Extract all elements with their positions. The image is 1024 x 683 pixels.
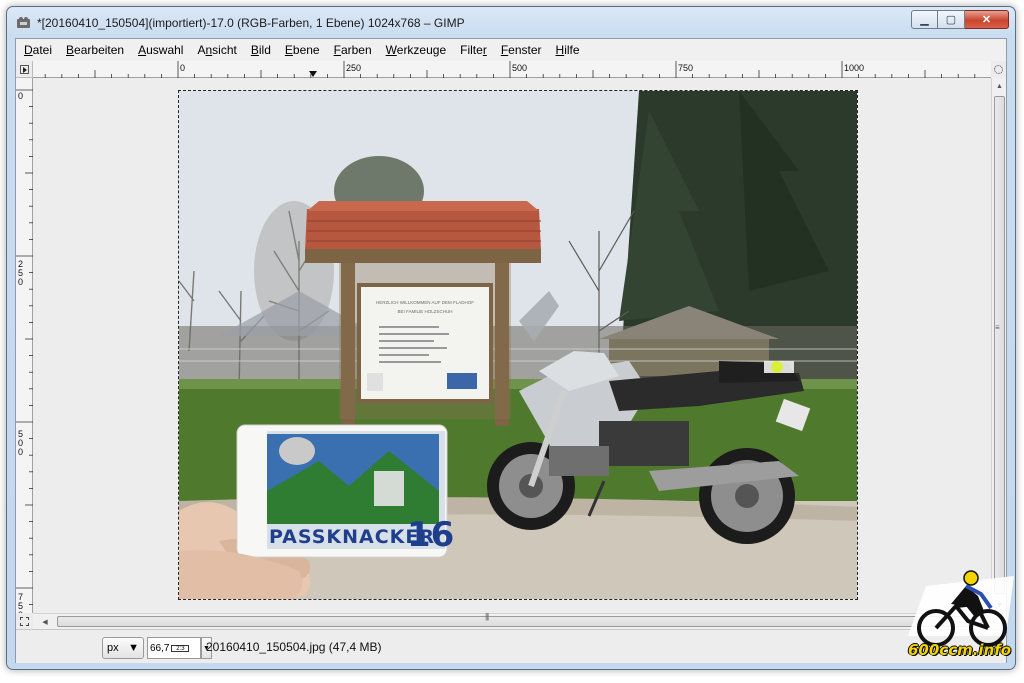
sign-title-text: HERZLICH WILLKOMMEN AUF DEM FLADHOF [376,300,474,305]
menu-fenster[interactable]: Fenster [501,43,542,57]
canvas-area[interactable]: HERZLICH WILLKOMMEN AUF DEM FLADHOF BEI … [33,78,993,613]
scroll-up-icon[interactable]: ▲ [992,78,1007,94]
watermark-logo: 600ccm.info [906,566,1016,666]
ruler-label-0: 0 [180,63,186,73]
scroll-left-icon[interactable]: ◀ [37,614,53,630]
gimp-window: *[20160410_150504](importiert)-17.0 (RGB… [6,6,1016,670]
title-bar[interactable]: *[20160410_150504](importiert)-17.0 (RGB… [7,7,1015,37]
watermark-text: 600ccm.info [908,641,1012,659]
ruler-label-v500: 500 [18,429,24,457]
vertical-scroll-thumb[interactable] [994,96,1005,594]
menu-bar: Datei Bearbeiten Auswahl Ansicht Bild Ebene Fa… [16,39,1006,61]
ruler-label-1000: 1000 [844,63,865,73]
photo-motorcycle-scene: HERZLICH WILLKOMMEN AUF DEM FLADHOF BEI … [179,91,857,599]
unit-selector[interactable]: px ▼ [102,637,144,659]
menu-datei[interactable]: Datei [24,43,52,57]
maximize-button[interactable]: ▢ [938,10,965,29]
ruler-label-v0: 0 [18,91,24,101]
card-number-text: 16 [407,515,454,555]
zoom-input[interactable]: 66,7 2:3 [147,637,201,659]
menu-hilfe[interactable]: Hilfe [556,43,580,57]
horizontal-scroll-thumb[interactable] [57,616,969,627]
ruler-label-250: 250 [346,63,362,73]
menu-bearbeiten[interactable]: Bearbeiten [66,43,124,57]
quick-mask-toggle[interactable] [16,613,33,629]
pointer-position-marker [309,71,317,77]
quick-mask-icon [20,616,29,626]
status-bar: px ▼ 66,7 2:3 ▼ 20160410_150504.jpg (47,… [16,629,1006,663]
menu-werkzeuge[interactable]: Werkzeuge [386,43,446,57]
minimize-button[interactable]: ▁ [911,10,938,29]
menu-filter[interactable]: Filter [460,43,487,57]
menu-auswahl[interactable]: Auswahl [138,43,183,57]
grip-icon: ||| [485,612,489,621]
vertical-ruler[interactable]: 0 250 500 750 [16,78,33,620]
menu-ansicht[interactable]: Ansicht [197,43,236,57]
window-title: *[20160410_150504](importiert)-17.0 (RGB… [37,16,465,30]
menu-ebene[interactable]: Ebene [285,43,320,57]
vertical-ruler-ticks [16,89,33,605]
image-window-client: Datei Bearbeiten Auswahl Ansicht Bild Ebene Fa… [15,38,1007,663]
file-info-text: 20160410_150504.jpg (47,4 MB) [206,640,382,654]
triangle-right-icon [20,65,29,74]
ruler-label-v250: 250 [18,259,24,287]
chevron-down-icon: ▼ [128,642,139,654]
zoom-icon [994,65,1003,74]
passknacker-card: PASSKNACKER 16 [236,424,454,558]
ruler-menu-button[interactable] [16,61,33,78]
ruler-label-750: 750 [678,63,694,73]
grip-icon: ≡ [995,323,1000,332]
gimp-app-icon [17,17,30,28]
horizontal-ruler[interactable]: 0 250 500 750 1000 [33,61,993,78]
image-canvas[interactable]: HERZLICH WILLKOMMEN AUF DEM FLADHOF BEI … [178,90,858,600]
ruler-label-500: 500 [512,63,528,73]
horizontal-scrollbar[interactable]: ◀ ||| ▶ [33,612,993,630]
menu-bild[interactable]: Bild [251,43,271,57]
close-button[interactable]: ✕ [965,10,1009,29]
unit-value: px [107,642,119,654]
zoom-value: 66,7 [150,642,170,654]
menu-farben[interactable]: Farben [334,43,372,57]
vertical-scrollbar[interactable]: ▲ ≡ ▼ [991,78,1006,613]
zoom-on-resize-toggle[interactable] [991,61,1006,78]
zoom-ratio-icon: 2:3 [171,644,190,652]
sign-subtitle-text: BEI FAMILIE HOLZSCHUH [397,309,452,314]
